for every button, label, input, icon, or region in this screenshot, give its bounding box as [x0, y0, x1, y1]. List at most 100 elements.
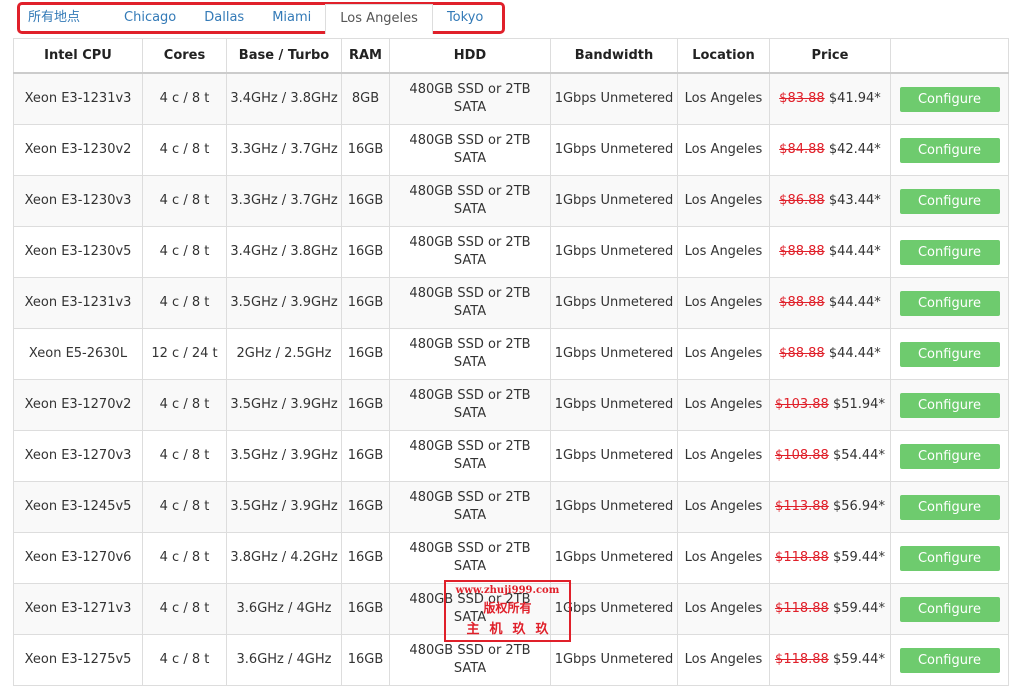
cell-ram: 16GB: [341, 430, 390, 482]
cell-location: Los Angeles: [677, 430, 770, 482]
header-location: Location: [677, 38, 770, 74]
tab-miami[interactable]: Miami: [258, 4, 325, 34]
cell-location: Los Angeles: [677, 583, 770, 635]
cell-frequency: 3.3GHz / 3.7GHz: [226, 175, 342, 227]
table-row: Xeon E3-1270v6 4 c / 8 t 3.8GHz / 4.2GHz 16…: [13, 532, 1009, 584]
sale-price: $43.44*: [828, 193, 881, 208]
cell-frequency: 3.3GHz / 3.7GHz: [226, 124, 342, 176]
cell-hdd: 480GB SSD or 2TB SATA: [389, 226, 551, 278]
cell-frequency: 3.4GHz / 3.8GHz: [226, 226, 342, 278]
original-price: $118.88: [775, 550, 829, 565]
cell-cpu: Xeon E3-1270v2: [13, 379, 143, 431]
cell-hdd: 480GB SSD or 2TB SATA: [389, 277, 551, 329]
cell-price: $88.88 $44.44*: [769, 328, 891, 380]
cell-bandwidth: 1Gbps Unmetered: [550, 72, 678, 125]
watermark-stamp: www.zhuji999.com 版权所有 主机玖玖: [444, 580, 571, 642]
configure-button[interactable]: Configure: [899, 290, 1000, 316]
configure-button[interactable]: Configure: [899, 188, 1000, 214]
cell-ram: 16GB: [341, 532, 390, 584]
sale-price: $44.44*: [828, 295, 881, 310]
cell-bandwidth: 1Gbps Unmetered: [550, 430, 678, 482]
configure-button[interactable]: Configure: [899, 86, 1000, 112]
original-price: $118.88: [775, 652, 829, 667]
cell-cores: 4 c / 8 t: [142, 277, 227, 329]
cell-bandwidth: 1Gbps Unmetered: [550, 124, 678, 176]
cell-cpu: Xeon E5-2630L: [13, 328, 143, 380]
cell-cpu: Xeon E3-1270v6: [13, 532, 143, 584]
cell-action: Configure: [890, 379, 1009, 431]
table-row: Xeon E3-1270v2 4 c / 8 t 3.5GHz / 3.9GHz 16…: [13, 379, 1009, 431]
cell-location: Los Angeles: [677, 277, 770, 329]
cell-price: $88.88 $44.44*: [769, 277, 891, 329]
cell-frequency: 3.5GHz / 3.9GHz: [226, 277, 342, 329]
cell-frequency: 3.4GHz / 3.8GHz: [226, 72, 342, 125]
configure-button[interactable]: Configure: [899, 443, 1000, 469]
watermark-brand: 主机玖玖: [466, 622, 559, 637]
original-price: $103.88: [775, 397, 829, 412]
cell-frequency: 3.5GHz / 3.9GHz: [226, 379, 342, 431]
table-row: Xeon E3-1231v3 4 c / 8 t 3.4GHz / 3.8GHz 8G…: [13, 72, 1009, 125]
cell-cores: 4 c / 8 t: [142, 124, 227, 176]
sale-price: $59.44*: [832, 652, 885, 667]
cell-action: Configure: [890, 583, 1009, 635]
configure-button[interactable]: Configure: [899, 239, 1000, 265]
cell-cores: 4 c / 8 t: [142, 430, 227, 482]
cell-price: $118.88 $59.44*: [769, 634, 891, 686]
sale-price: $54.44*: [832, 448, 885, 463]
watermark-copyright: 版权所有: [483, 601, 532, 615]
tab-tokyo[interactable]: Tokyo: [433, 4, 497, 34]
configure-button[interactable]: Configure: [899, 392, 1000, 418]
table-row: Xeon E3-1230v2 4 c / 8 t 3.3GHz / 3.7GHz 16…: [13, 124, 1009, 176]
configure-button[interactable]: Configure: [899, 545, 1000, 571]
cell-ram: 16GB: [341, 226, 390, 278]
cell-cores: 4 c / 8 t: [142, 379, 227, 431]
tab-chicago[interactable]: Chicago: [110, 4, 190, 34]
cell-frequency: 3.5GHz / 3.9GHz: [226, 481, 342, 533]
cell-location: Los Angeles: [677, 226, 770, 278]
tab-los-angeles[interactable]: Los Angeles: [325, 4, 433, 34]
tab-all-locations[interactable]: 所有地点: [13, 4, 110, 34]
cell-cores: 4 c / 8 t: [142, 72, 227, 125]
cell-cores: 4 c / 8 t: [142, 532, 227, 584]
cell-action: Configure: [890, 72, 1009, 125]
cell-price: $83.88 $41.94*: [769, 72, 891, 125]
cell-cpu: Xeon E3-1231v3: [13, 277, 143, 329]
cell-location: Los Angeles: [677, 175, 770, 227]
cell-cores: 4 c / 8 t: [142, 634, 227, 686]
cell-cpu: Xeon E3-1275v5: [13, 634, 143, 686]
cell-cores: 12 c / 24 t: [142, 328, 227, 380]
tab-dallas[interactable]: Dallas: [190, 4, 258, 34]
cell-action: Configure: [890, 226, 1009, 278]
configure-button[interactable]: Configure: [899, 494, 1000, 520]
cell-ram: 16GB: [341, 583, 390, 635]
cell-bandwidth: 1Gbps Unmetered: [550, 277, 678, 329]
cell-hdd: 480GB SSD or 2TB SATA: [389, 72, 551, 125]
cell-hdd: 480GB SSD or 2TB SATA: [389, 379, 551, 431]
cell-bandwidth: 1Gbps Unmetered: [550, 532, 678, 584]
cell-cpu: Xeon E3-1271v3: [13, 583, 143, 635]
cell-ram: 16GB: [341, 481, 390, 533]
cell-price: $103.88 $51.94*: [769, 379, 891, 431]
cell-cores: 4 c / 8 t: [142, 583, 227, 635]
sale-price: $59.44*: [832, 550, 885, 565]
configure-button[interactable]: Configure: [899, 341, 1000, 367]
cell-bandwidth: 1Gbps Unmetered: [550, 481, 678, 533]
cell-cpu: Xeon E3-1230v5: [13, 226, 143, 278]
cell-price: $113.88 $56.94*: [769, 481, 891, 533]
cell-hdd: 480GB SSD or 2TB SATA: [389, 481, 551, 533]
cell-location: Los Angeles: [677, 532, 770, 584]
configure-button[interactable]: Configure: [899, 647, 1000, 673]
configure-button[interactable]: Configure: [899, 137, 1000, 163]
sale-price: $44.44*: [828, 346, 881, 361]
original-price: $86.88: [779, 193, 825, 208]
header-action: [890, 38, 1009, 74]
cell-cpu: Xeon E3-1270v3: [13, 430, 143, 482]
cell-cores: 4 c / 8 t: [142, 481, 227, 533]
cell-ram: 16GB: [341, 634, 390, 686]
configure-button[interactable]: Configure: [899, 596, 1000, 622]
header-price: Price: [769, 38, 891, 74]
cell-action: Configure: [890, 532, 1009, 584]
cell-price: $108.88 $54.44*: [769, 430, 891, 482]
header-frequency: Base / Turbo: [226, 38, 342, 74]
cell-action: Configure: [890, 124, 1009, 176]
